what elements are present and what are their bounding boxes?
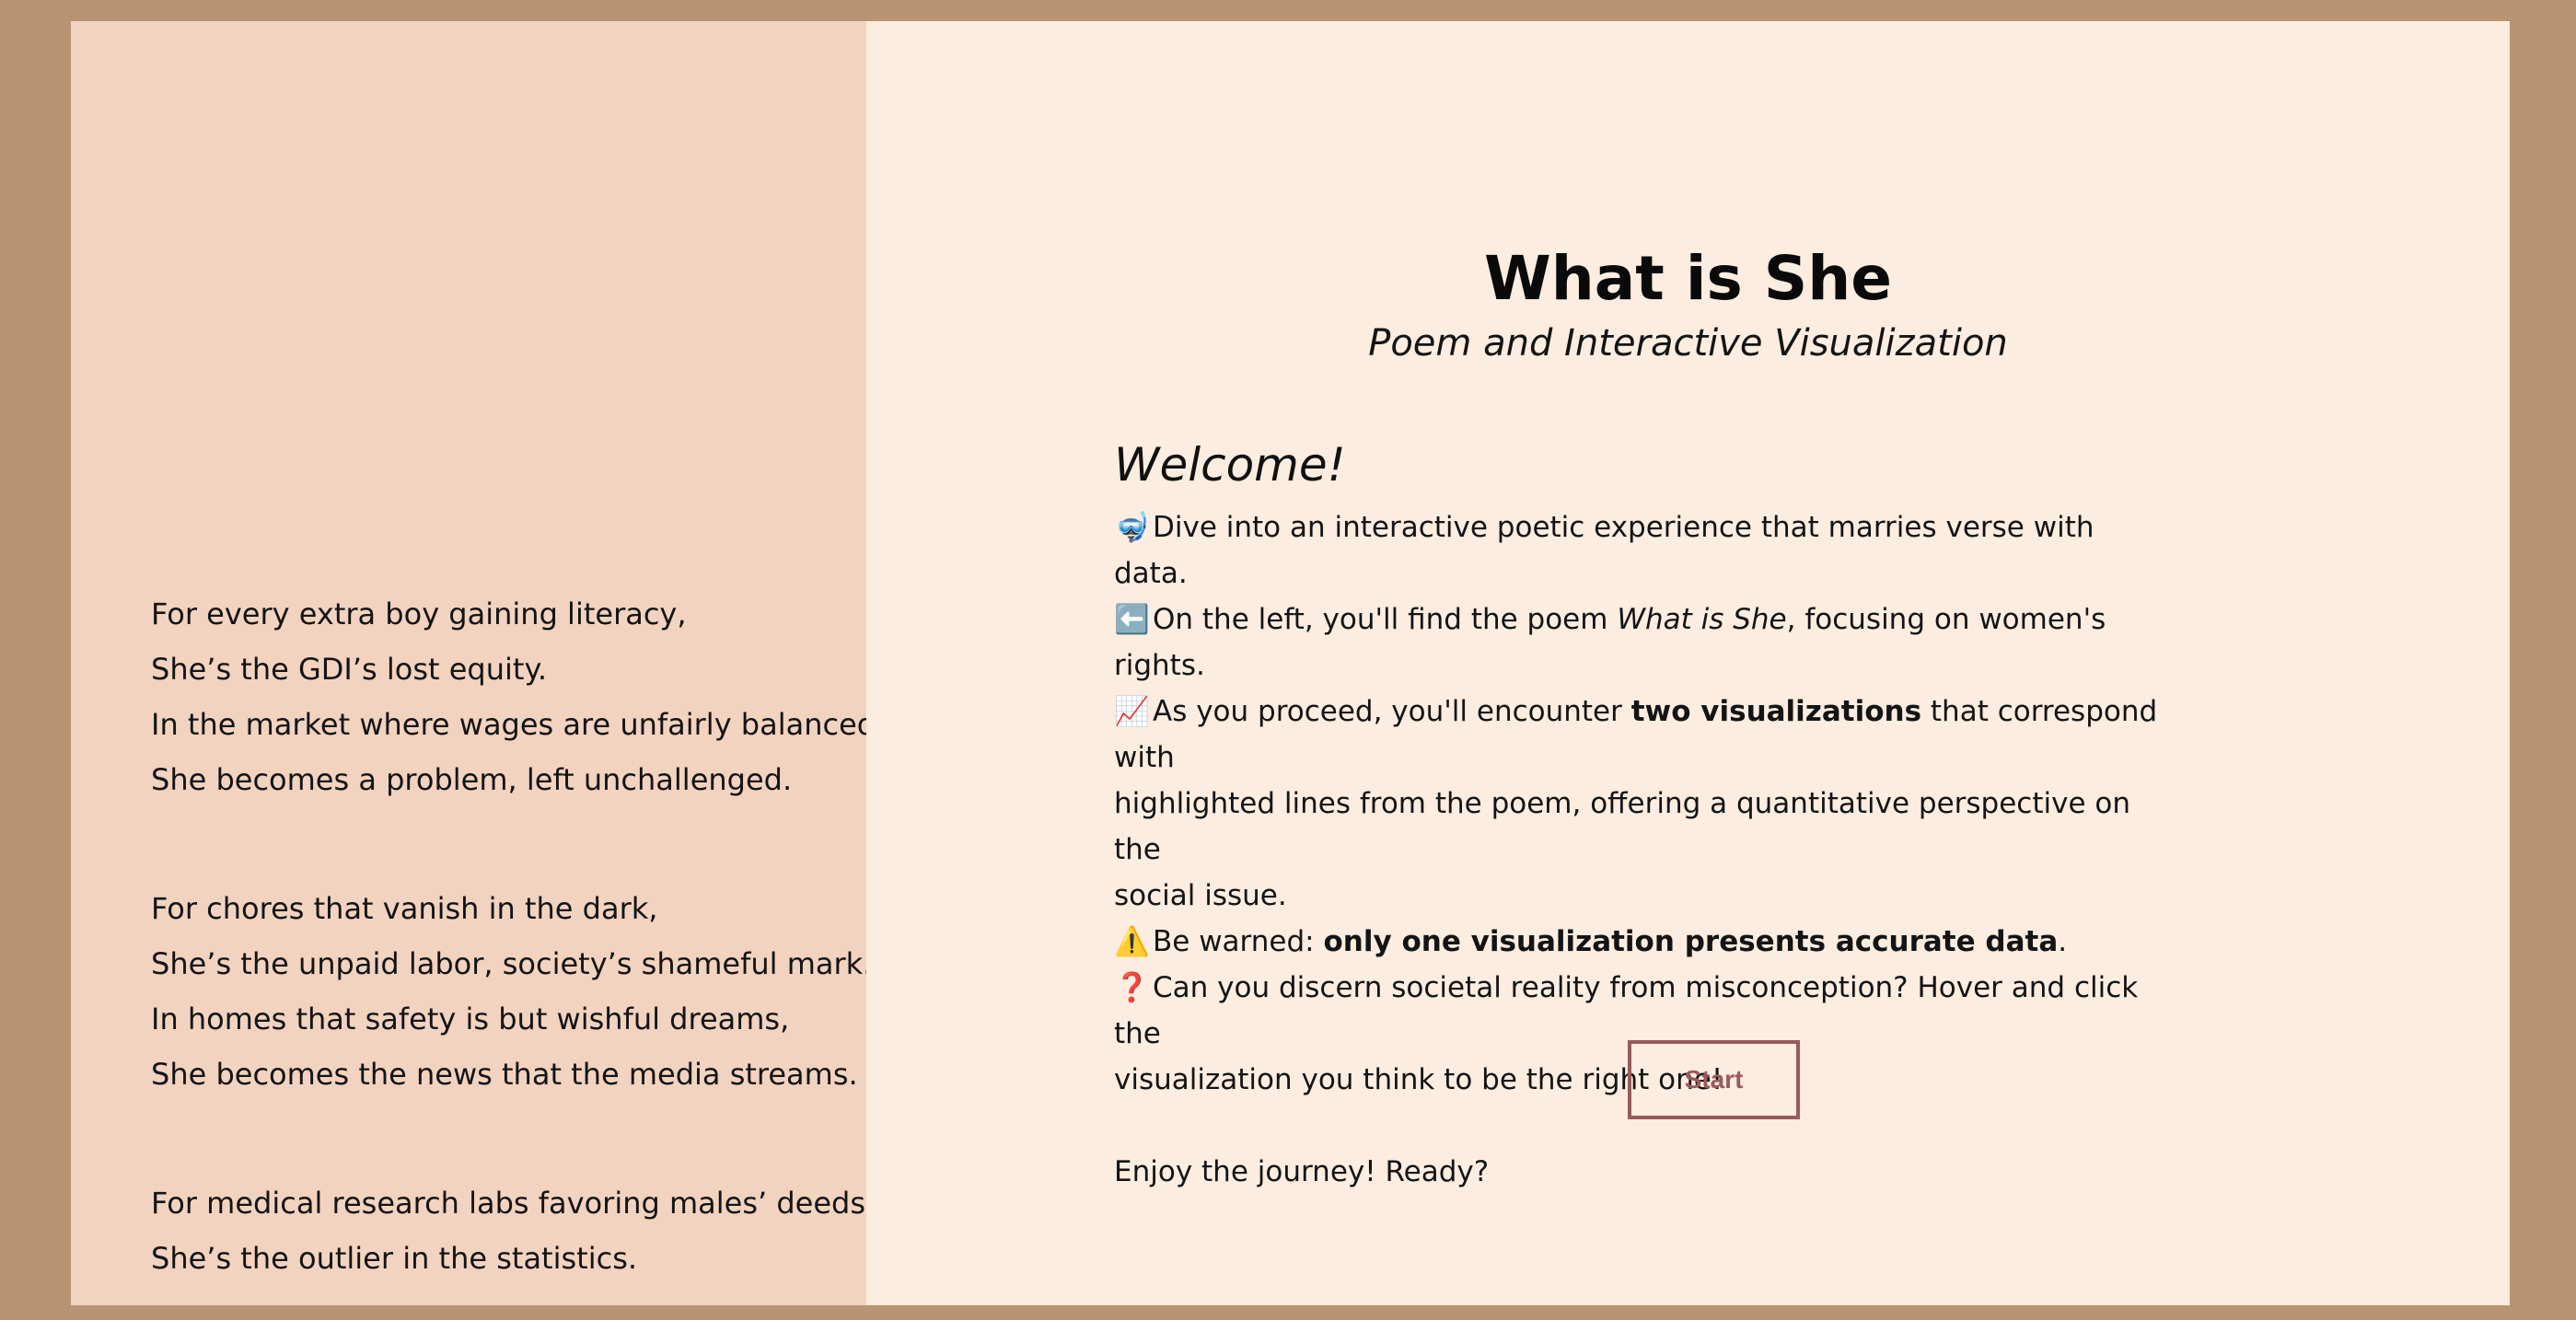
poem: For every extra boy gaining literacy, Sh… [151, 586, 866, 1305]
intro-text: Can you discern societal reality from mi… [1114, 971, 2139, 1050]
intro-bold-text: only one visualization presents accurate… [1323, 925, 2059, 958]
poem-line: For chores that vanish in the dark, [151, 891, 658, 926]
poem-line: For medical research labs favoring males… [151, 1186, 866, 1221]
intro-line-visualizations: 📈 As you proceed, you'll encounter two vi… [1114, 689, 2173, 781]
page-subtitle: Poem and Interactive Visualization [1368, 322, 2008, 365]
poem-line: In the market where wages are unfairly b… [151, 707, 866, 742]
diving-mask-icon: 🤿 [1114, 511, 1150, 544]
warning-icon: ⚠️ [1114, 925, 1150, 958]
poem-line: She becomes the news that the media stre… [151, 1057, 858, 1092]
poem-line: For every extra boy gaining literacy, [151, 596, 687, 631]
intro-bold-text: two visualizations [1630, 695, 1922, 728]
intro-text: On the left, you'll find the poem [1153, 603, 1618, 636]
poem-line: In homes that safety is but wishful drea… [151, 1002, 790, 1036]
poem-line: She’s the GDI’s lost equity. [151, 652, 547, 687]
intro-text: Dive into an interactive poetic experien… [1114, 511, 2094, 590]
welcome-heading: Welcome! [1114, 438, 1346, 492]
poem-line: She’s the unpaid labor, society’s shamef… [151, 946, 866, 981]
page-title: What is She [1483, 243, 1893, 314]
left-arrow-icon: ⬅️ [1114, 603, 1150, 636]
poem-stanza: For every extra boy gaining literacy, Sh… [151, 586, 866, 807]
chart-increasing-icon: 📈 [1114, 695, 1150, 728]
poem-stanza: For medical research labs favoring males… [151, 1175, 866, 1286]
intro-line-poem: ⬅️ On the left, you'll find the poem What… [1114, 596, 2173, 689]
intro-line-continuation: highlighted lines from the poem, offerin… [1114, 787, 2130, 866]
poem-line: She becomes a problem, left unchallenged… [151, 762, 793, 797]
question-mark-icon: ❓ [1114, 971, 1150, 1004]
poem-title-text: What is She [1617, 603, 1787, 636]
intro-closing: Enjoy the journey! Ready? [1114, 1155, 1490, 1188]
intro-line-continuation: social issue. [1114, 879, 1287, 912]
intro-text: . [2058, 925, 2068, 958]
poem-stanza: For chores that vanish in the dark, She’… [151, 881, 866, 1102]
poem-line: She’s the outlier in the statistics. [151, 1241, 638, 1276]
intro-line-warning: ⚠️ Be warned: only one visualization pres… [1114, 919, 2173, 965]
intro-text: Be warned: [1153, 925, 1324, 958]
start-button[interactable]: Start [1628, 1040, 1800, 1119]
intro-text: As you proceed, you'll encounter [1153, 695, 1631, 728]
intro-line-dive: 🤿 Dive into an interactive poetic experie… [1114, 504, 2173, 596]
poem-panel[interactable]: For every extra boy gaining literacy, Sh… [71, 21, 866, 1305]
